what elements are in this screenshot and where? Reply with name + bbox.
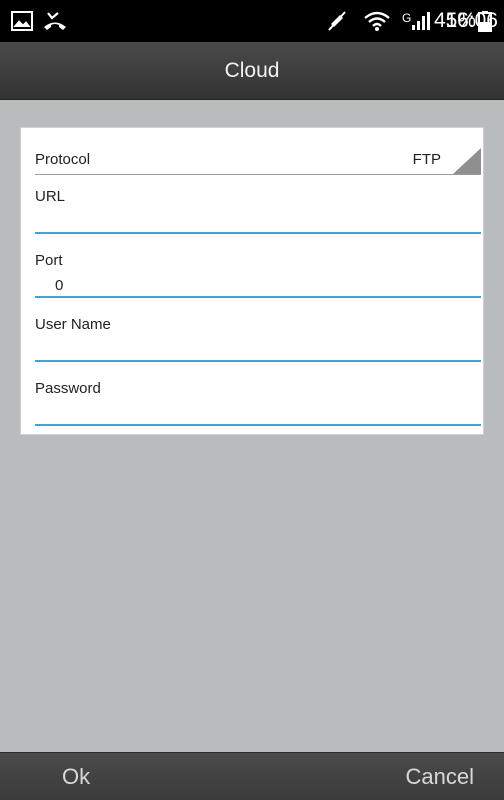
protocol-value: FTP — [412, 151, 441, 168]
protocol-label: Protocol — [35, 151, 91, 168]
mute-icon — [326, 8, 348, 34]
password-field[interactable] — [35, 402, 481, 426]
ok-button[interactable]: Ok — [0, 753, 252, 800]
url-label: URL — [35, 188, 66, 205]
password-label: Password — [35, 380, 101, 397]
status-bar: G 45% 16:06 — [0, 0, 504, 42]
username-field[interactable] — [35, 338, 481, 362]
action-bar: Ok Cancel — [0, 752, 504, 800]
username-label: User Name — [35, 316, 111, 333]
signal-icon — [410, 8, 432, 34]
url-field[interactable] — [35, 210, 481, 234]
image-icon — [10, 8, 34, 34]
port-label: Port — [35, 252, 63, 269]
protocol-dropdown[interactable]: Protocol FTP — [35, 148, 481, 175]
missed-call-icon — [42, 8, 68, 34]
cloud-settings-card: Protocol FTP URL Port User Name Password — [20, 127, 484, 435]
title-bar: Cloud — [0, 42, 504, 100]
port-field[interactable] — [35, 274, 481, 298]
wifi-icon — [362, 8, 392, 34]
clock: 16:06 — [445, 9, 498, 32]
page-title: Cloud — [224, 58, 280, 82]
cancel-button[interactable]: Cancel — [252, 753, 504, 800]
screen: G 45% 16:06 Cloud Protocol FTP URL Port … — [0, 0, 504, 800]
dropdown-corner-icon — [453, 148, 481, 174]
